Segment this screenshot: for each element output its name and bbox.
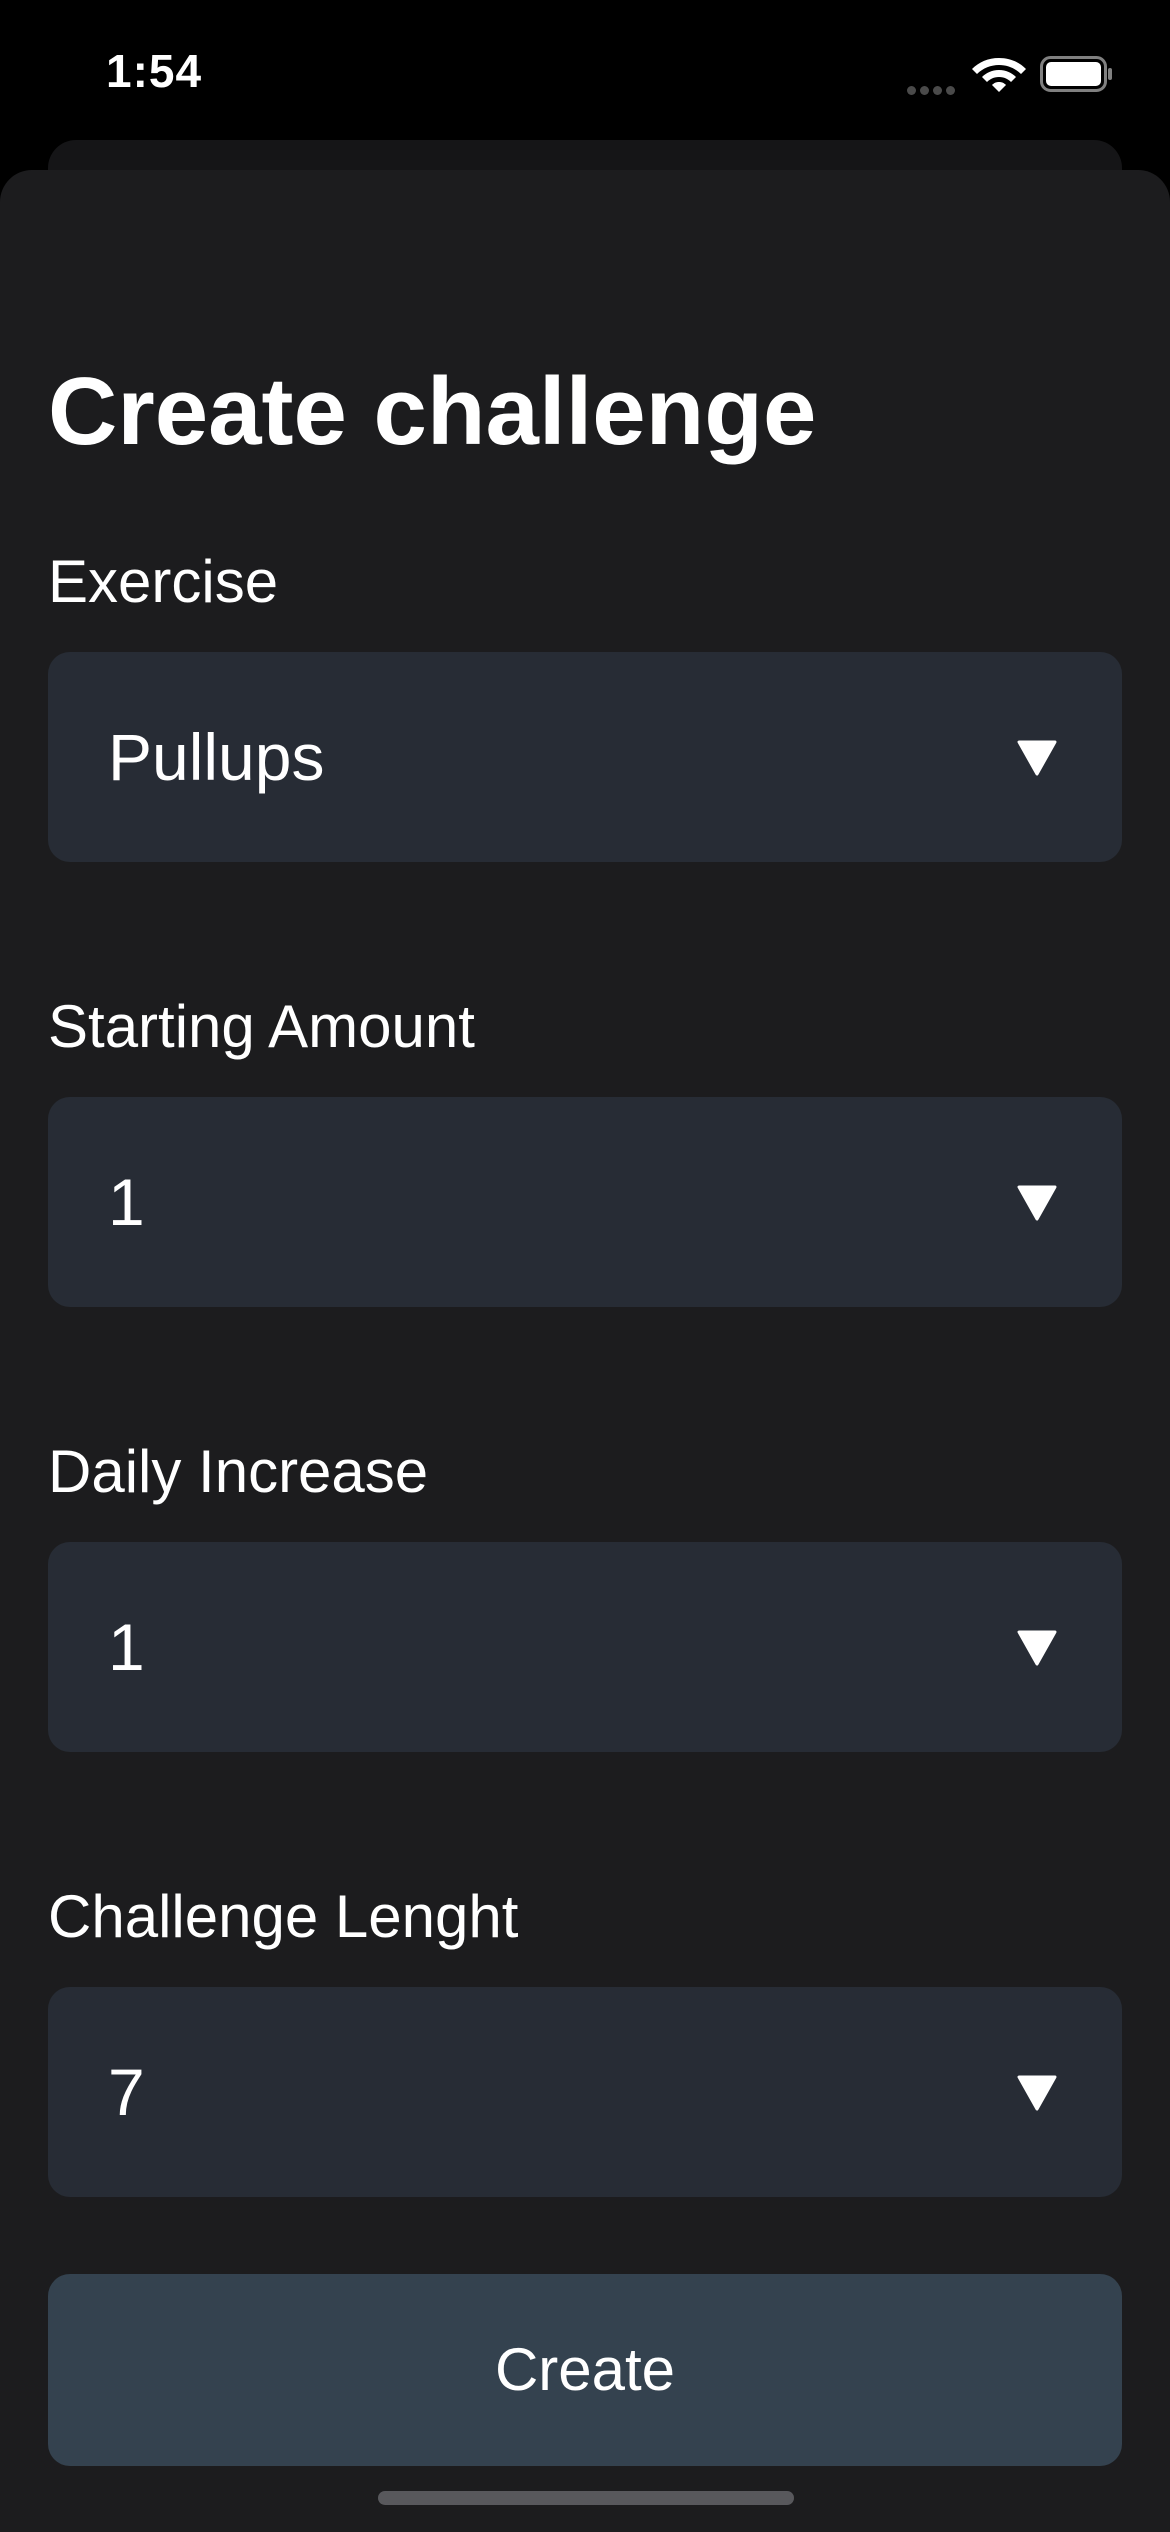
- starting-amount-select[interactable]: 1: [48, 1097, 1122, 1307]
- signal-icon: [907, 82, 959, 95]
- create-button[interactable]: Create: [48, 2274, 1122, 2466]
- exercise-select[interactable]: Pullups: [48, 652, 1122, 862]
- starting-amount-value: 1: [108, 1165, 145, 1239]
- chevron-down-icon: [1017, 2075, 1057, 2111]
- status-time: 1:54: [106, 45, 203, 97]
- challenge-length-value: 7: [108, 2055, 145, 2129]
- challenge-length-label: Challenge Lenght: [48, 1883, 519, 1950]
- challenge-length-select[interactable]: 7: [48, 1987, 1122, 2197]
- page-title: Create challenge: [48, 358, 817, 465]
- chevron-down-icon: [1017, 1630, 1057, 1666]
- exercise-value: Pullups: [108, 720, 325, 794]
- daily-increase-value: 1: [108, 1610, 145, 1684]
- starting-amount-label: Starting Amount: [48, 993, 475, 1060]
- exercise-label: Exercise: [48, 548, 279, 615]
- daily-increase-label: Daily Increase: [48, 1438, 429, 1505]
- chevron-down-icon: [1017, 1185, 1057, 1221]
- daily-increase-select[interactable]: 1: [48, 1542, 1122, 1752]
- battery-icon: [1040, 56, 1112, 92]
- chevron-down-icon: [1017, 740, 1057, 776]
- home-indicator: [378, 2491, 794, 2505]
- status-bar: 1:54: [0, 0, 1170, 150]
- wifi-icon: [972, 58, 1026, 92]
